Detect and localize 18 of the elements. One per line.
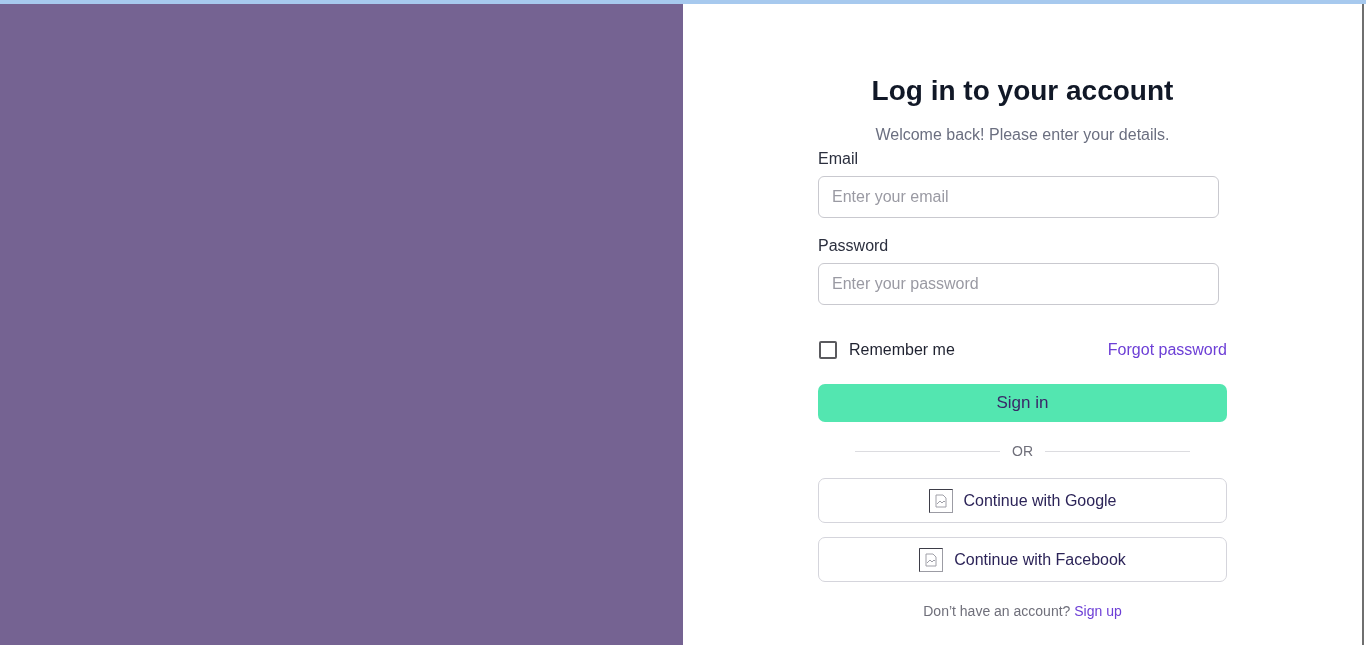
divider-text: OR xyxy=(1012,443,1033,459)
login-subtitle: Welcome back! Please enter your details. xyxy=(875,125,1170,145)
image-icon xyxy=(928,488,953,513)
login-title: Log in to your account xyxy=(870,74,1175,108)
scrollbar[interactable] xyxy=(1362,4,1366,645)
social-login-button[interactable]: Continue with Facebook xyxy=(818,537,1227,582)
field-label: Password xyxy=(818,236,889,256)
social-login-button[interactable]: Continue with Google xyxy=(818,478,1227,523)
field-label: Email xyxy=(818,149,858,169)
sign-up-link[interactable]: Sign up xyxy=(1074,603,1122,619)
input-field[interactable]: Enter your password xyxy=(818,263,1219,305)
image-icon xyxy=(919,547,944,572)
signup-prompt: Don’t have an account? Sign up xyxy=(923,602,1122,620)
forgot-password-link[interactable]: Forgot password xyxy=(1107,341,1227,359)
remember-label: Remember me xyxy=(849,341,955,359)
input-field[interactable]: Enter your email xyxy=(818,176,1219,218)
sign-in-button[interactable]: Sign in xyxy=(818,384,1227,422)
remember-checkbox[interactable] xyxy=(819,341,837,359)
